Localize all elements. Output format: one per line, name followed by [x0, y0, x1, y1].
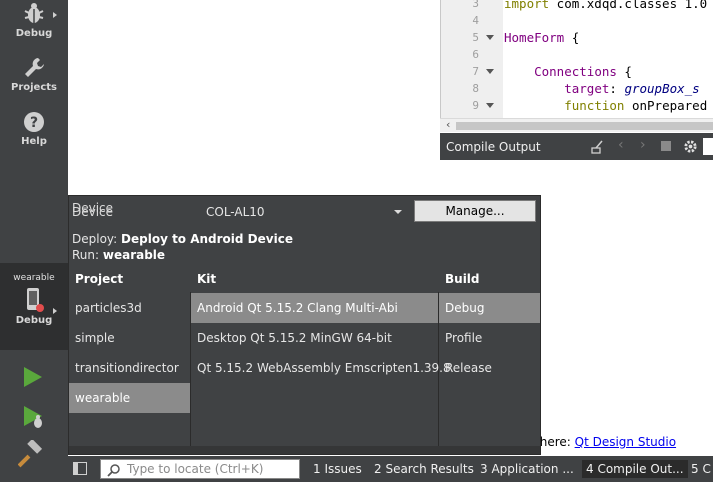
fold-marker-icon[interactable]	[486, 103, 494, 108]
code-text: Connections {	[534, 64, 632, 79]
start-debugging-icon[interactable]	[18, 402, 46, 430]
scroll-left-icon[interactable]: ‹	[446, 118, 450, 131]
code-text: HomeForm {	[504, 30, 580, 45]
mode-debug-label: Debug	[15, 28, 53, 39]
locator-input[interactable]: Type to locate (Ctrl+K)	[100, 459, 300, 479]
line-number: 3	[472, 0, 479, 10]
previous-item-icon[interactable]: ‹	[618, 137, 624, 153]
device-label-shadow: Device	[72, 205, 114, 219]
kit-item-desktop[interactable]: Desktop Qt 5.15.2 MinGW 64-bit	[191, 323, 438, 353]
line-number: 7	[472, 65, 479, 78]
wrench-icon	[25, 58, 44, 77]
help-icon: ?	[24, 112, 44, 132]
gear-icon[interactable]	[683, 139, 698, 154]
code-text: target: groupBox_s	[564, 81, 700, 96]
code-line: 4	[441, 13, 713, 30]
pane-five[interactable]: 5 C	[691, 460, 711, 478]
code-line: 9 function onPrepared	[441, 98, 713, 115]
deploy-prefix: Deploy:	[72, 232, 122, 246]
device-combobox[interactable]: COL-AL10	[205, 204, 407, 220]
status-bar: Type to locate (Ctrl+K) 1 Issues 2 Searc…	[68, 456, 713, 482]
chevron-down-icon	[394, 210, 402, 214]
code-line: 3 import com.xdqd.classes 1.0	[441, 0, 713, 13]
next-item-icon[interactable]: ›	[640, 137, 646, 153]
locator-placeholder: Type to locate (Ctrl+K)	[127, 462, 264, 476]
project-column-header: Project	[75, 272, 124, 286]
code-text: import com.xdqd.classes 1.0	[504, 0, 708, 11]
pane-issues[interactable]: 1 Issues	[313, 460, 362, 478]
deploy-value: Deploy to Android Device	[121, 232, 293, 246]
mode-projects[interactable]: Projects	[0, 56, 68, 93]
build-item-debug[interactable]: Debug	[439, 293, 540, 323]
code-editor[interactable]: 3 import com.xdqd.classes 1.0 4 5 HomeFo…	[440, 0, 713, 120]
search-icon	[107, 464, 120, 477]
fold-marker-icon[interactable]	[486, 69, 494, 74]
chevron-right-icon	[53, 308, 57, 314]
code-line: 6	[441, 47, 713, 64]
kit-item-android[interactable]: Android Qt 5.15.2 Clang Multi-Abi	[191, 293, 438, 323]
output-pane-toolbar: Compile Output ‹ ›	[440, 133, 713, 160]
debug-icon	[24, 3, 44, 23]
design-studio-link[interactable]: Qt Design Studio	[575, 435, 676, 449]
chevron-right-icon	[53, 12, 57, 18]
project-item-simple[interactable]: simple	[69, 323, 190, 353]
build-hammer-icon[interactable]	[18, 440, 46, 468]
project-item-particles3d[interactable]: particles3d	[69, 293, 190, 323]
device-value: COL-AL10	[206, 205, 265, 219]
pane-search-results[interactable]: 2 Search Results	[374, 460, 474, 478]
line-number: 8	[472, 82, 479, 95]
popup-bottom-edge	[69, 446, 540, 454]
build-column-header: Build	[445, 272, 480, 286]
line-number: 5	[472, 31, 479, 44]
fold-marker-icon[interactable]	[486, 35, 494, 40]
line-number: 4	[472, 14, 479, 27]
clear-output-icon[interactable]	[590, 139, 606, 155]
project-item-wearable[interactable]: wearable	[69, 383, 190, 413]
mode-debug[interactable]: Debug	[0, 2, 68, 39]
svg-text:?: ?	[30, 115, 38, 131]
build-item-profile[interactable]: Profile	[439, 323, 540, 353]
code-line: 8 target: groupBox_s	[441, 81, 713, 98]
mode-help[interactable]: ? Help	[0, 110, 68, 147]
target-selector-popup: Device Device COL-AL10 Manage... Deploy:…	[68, 195, 541, 455]
kit-selector-label: Debug	[15, 315, 53, 326]
kit-item-webassembly[interactable]: Qt 5.15.2 WebAssembly Emscripten1.39.8	[191, 353, 451, 383]
run-prefix: Run:	[72, 248, 103, 262]
horizontal-scrollbar[interactable]: ‹	[440, 118, 713, 132]
run-icon[interactable]	[18, 363, 46, 391]
project-item-transitiondirector[interactable]: transitiondirector	[69, 353, 190, 383]
mode-help-label: Help	[21, 136, 47, 147]
android-device-icon	[27, 288, 44, 312]
run-info: Run: wearable	[72, 248, 165, 262]
scrollbar-thumb[interactable]	[456, 122, 713, 130]
code-text: function onPrepared	[564, 98, 708, 113]
pane-application-output[interactable]: 3 Application ...	[480, 460, 574, 478]
kit-selector-project: wearable	[13, 273, 55, 283]
manage-button[interactable]: Manage...	[414, 200, 536, 222]
mode-sidebar: Debug Projects ? Help wearable Debug	[0, 0, 68, 482]
mode-projects-label: Projects	[10, 82, 57, 93]
code-line: 7 Connections {	[441, 64, 713, 81]
build-item-release[interactable]: Release	[439, 353, 540, 383]
code-line: 5 HomeForm {	[441, 30, 713, 47]
kit-column-header: Kit	[197, 272, 217, 286]
pane-compile-output[interactable]: 4 Compile Out...	[582, 460, 688, 478]
stop-icon[interactable]	[661, 141, 671, 151]
kit-selector[interactable]: wearable Debug	[0, 263, 68, 350]
pane-edge	[703, 138, 713, 155]
output-pane-title: Compile Output	[446, 140, 541, 154]
line-number: 6	[472, 48, 479, 61]
run-value: wearable	[102, 248, 166, 262]
toggle-sidebar-icon[interactable]	[73, 462, 87, 475]
deploy-info: Deploy: Deploy to Android Device	[72, 232, 293, 246]
line-number: 9	[472, 99, 479, 112]
